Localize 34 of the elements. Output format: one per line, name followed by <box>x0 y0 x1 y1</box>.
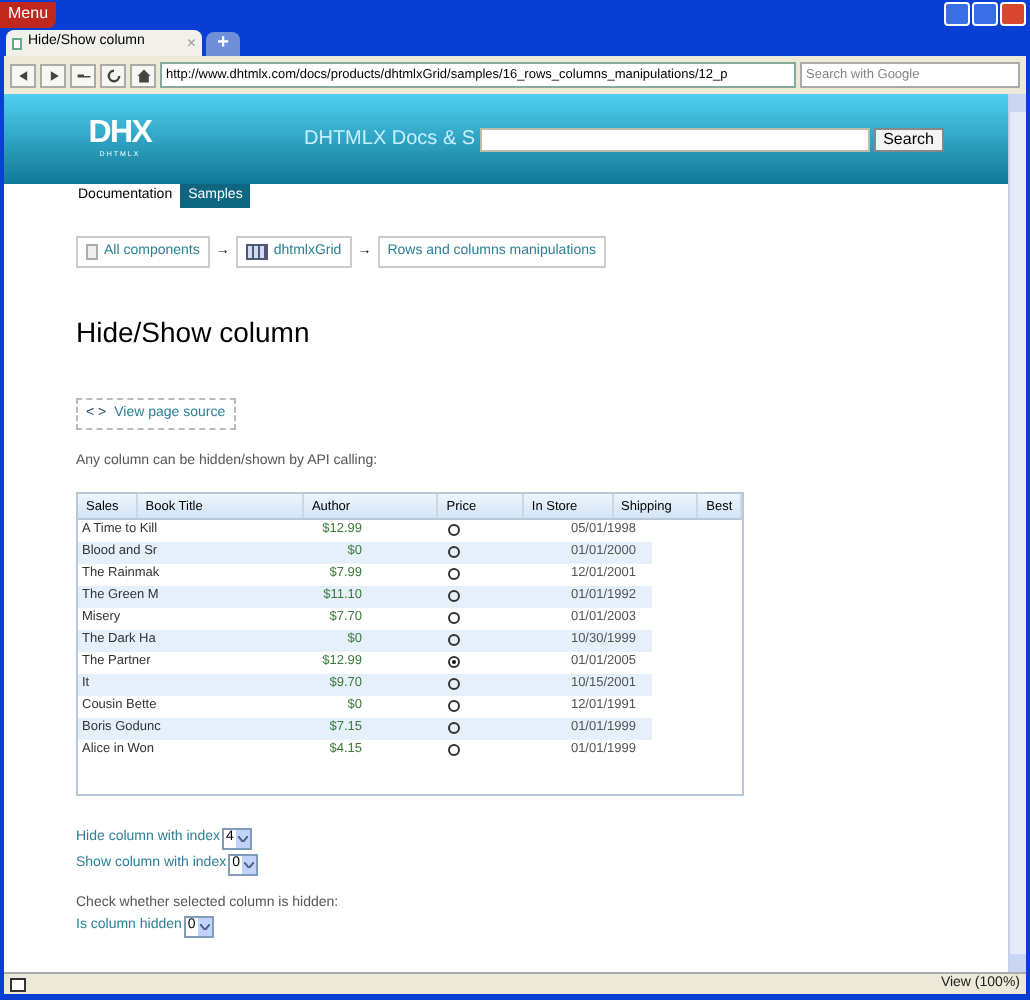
menu-button[interactable]: Menu <box>0 1 57 27</box>
radio-button[interactable] <box>448 722 460 734</box>
radio-button[interactable] <box>448 568 460 580</box>
page-icon <box>12 37 22 49</box>
page-icon <box>86 244 98 260</box>
radio-button[interactable] <box>448 634 460 646</box>
radio-button[interactable] <box>448 590 460 602</box>
site-title: DHTMLX Docs & S <box>304 126 476 154</box>
forward-icon <box>45 67 61 83</box>
radio-button[interactable] <box>448 612 460 624</box>
radio-button[interactable] <box>448 744 460 756</box>
radio-button[interactable] <box>448 678 460 690</box>
radio-button[interactable] <box>448 656 460 668</box>
close-button[interactable] <box>1000 2 1026 26</box>
key-button[interactable] <box>70 63 96 87</box>
panel-toggle-icon <box>10 977 26 991</box>
radio-button[interactable] <box>448 700 460 712</box>
back-button[interactable] <box>10 63 36 87</box>
back-icon <box>15 67 31 83</box>
page-title: Hide/Show column <box>76 316 312 348</box>
home-icon <box>135 67 151 83</box>
logo-text: DHX <box>88 118 152 150</box>
maximize-button[interactable] <box>972 2 998 26</box>
forward-button[interactable] <box>40 63 66 87</box>
search-field[interactable] <box>479 127 870 151</box>
reload-icon <box>105 67 121 83</box>
vertical-scrollbar[interactable] <box>1008 94 1026 972</box>
radio-button[interactable] <box>448 524 460 536</box>
minimize-button[interactable] <box>944 2 970 26</box>
search-button[interactable]: Search <box>873 127 944 151</box>
reload-button[interactable] <box>100 63 126 87</box>
radio-button[interactable] <box>448 546 460 558</box>
grid-icon <box>245 244 268 260</box>
home-button[interactable] <box>130 63 156 87</box>
